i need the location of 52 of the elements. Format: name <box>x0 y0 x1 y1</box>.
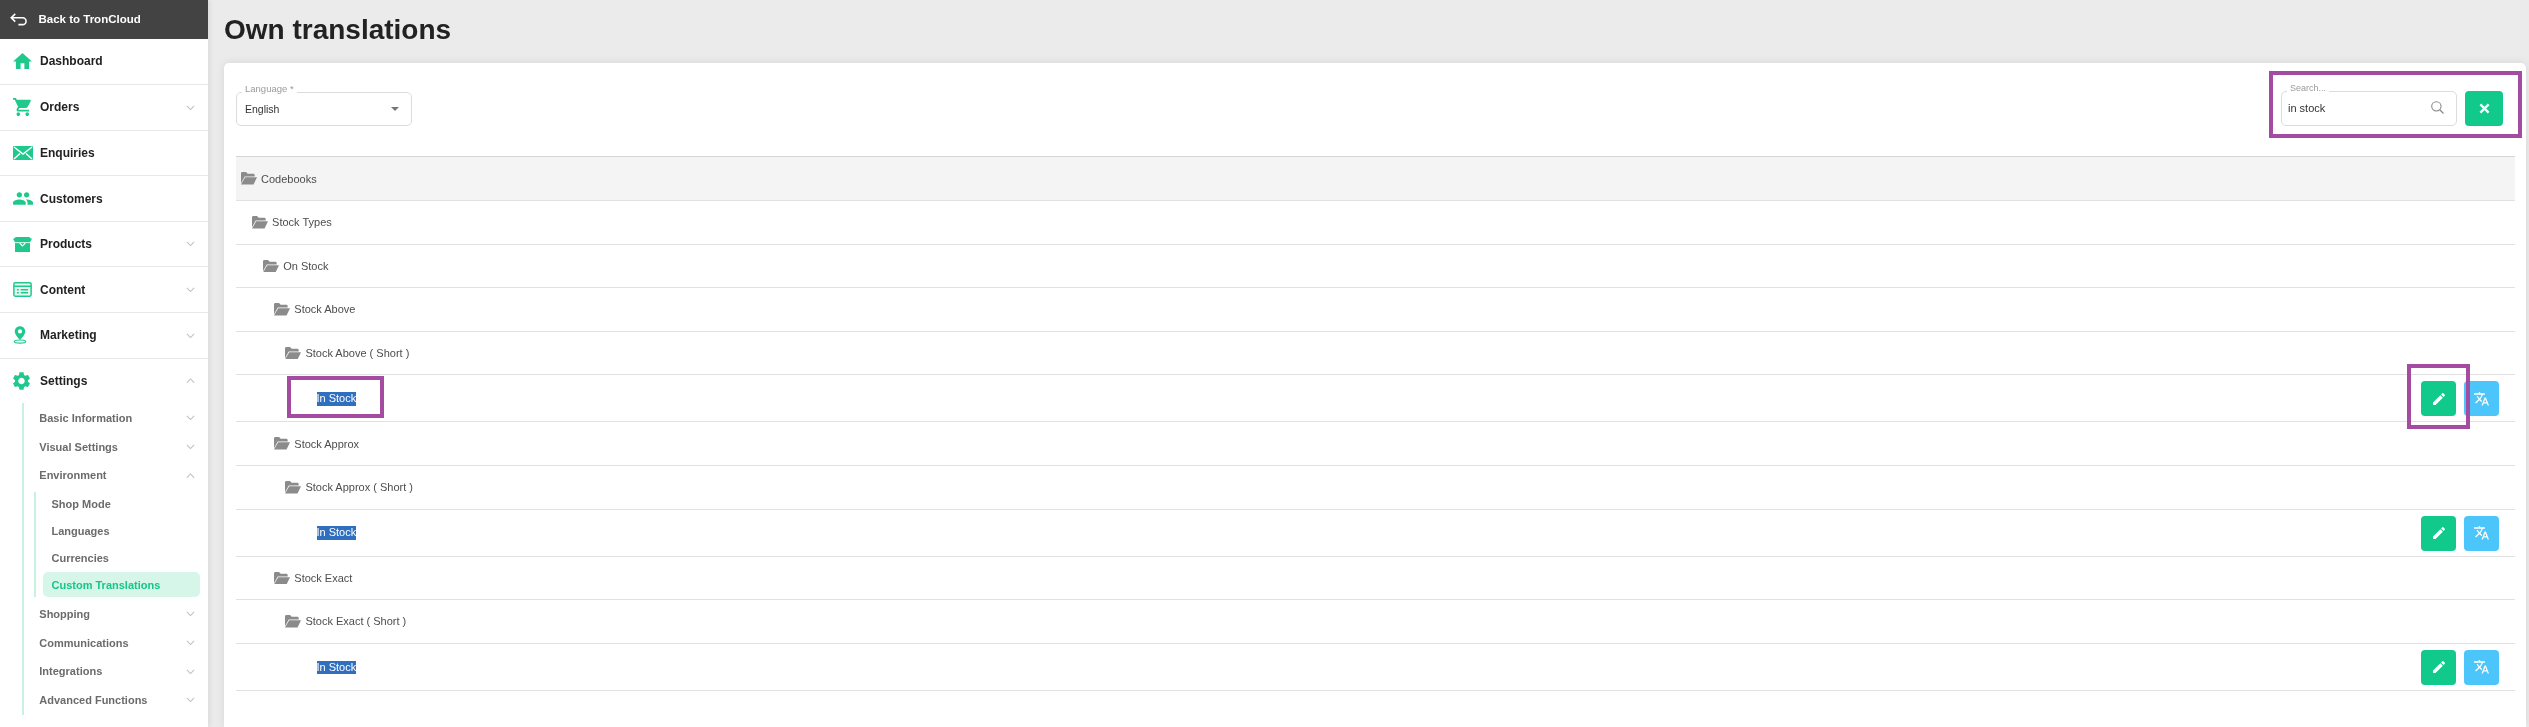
folder-label: Stock Approx ( Short ) <box>305 481 413 494</box>
field-label: Language * <box>242 84 297 94</box>
pencil-icon <box>2432 392 2445 405</box>
sidebar-item[interactable]: Communications <box>24 628 208 657</box>
folder-label: On Stock <box>283 259 329 272</box>
list-icon <box>13 282 32 298</box>
map-pin-icon <box>13 326 27 345</box>
cart-icon <box>13 98 31 117</box>
translation-text: In Stock <box>316 660 357 674</box>
people-icon <box>13 192 33 206</box>
edit-button[interactable] <box>2421 515 2456 551</box>
sidebar-item[interactable]: Currencies <box>43 545 200 571</box>
sidebar-item[interactable]: Shop Mode <box>43 491 200 517</box>
translation-text: In Stock <box>316 392 357 406</box>
page-title: Own translations <box>224 14 452 46</box>
folder-label: Stock Types <box>272 216 332 229</box>
sidebar-item[interactable]: Languages <box>43 518 200 544</box>
folder-label: Stock Exact <box>294 571 353 584</box>
sidebar-item[interactable]: Integrations <box>24 656 208 686</box>
sidebar-item[interactable]: Visual Settings <box>24 432 208 461</box>
edit-button[interactable] <box>2421 649 2456 685</box>
back-link[interactable]: Back to TronCloud <box>0 0 208 39</box>
settings-icon <box>13 371 30 390</box>
sidebar-item[interactable]: Products <box>0 220 208 267</box>
envelope-icon <box>13 146 33 160</box>
close-icon <box>2478 103 2490 114</box>
translation-text: In Stock <box>316 526 357 540</box>
home-icon <box>13 53 32 70</box>
caret-down-icon <box>391 107 399 111</box>
sidebar-item[interactable]: Environment <box>24 460 208 490</box>
pencil-icon <box>2432 661 2445 674</box>
folder-label: Stock Exact ( Short ) <box>305 615 407 628</box>
sidebar-item[interactable]: Dashboard <box>0 38 208 85</box>
back-arrow-icon <box>10 12 27 26</box>
search-icon <box>2431 101 2444 114</box>
sidebar-item[interactable]: Content <box>0 266 208 313</box>
folder-label: Stock Approx <box>294 437 360 450</box>
sidebar-item[interactable]: Advanced Functions <box>24 685 208 715</box>
folder-label: Stock Above <box>294 303 356 316</box>
folder-label: Codebooks <box>261 172 317 185</box>
sidebar-item[interactable]: Enquiries <box>0 129 208 176</box>
translate-icon <box>2474 392 2489 406</box>
field-label: Search... <box>2287 83 2330 93</box>
edit-button[interactable] <box>2421 381 2456 417</box>
translate-icon <box>2474 526 2489 540</box>
folder-label: Stock Above ( Short ) <box>305 347 410 360</box>
box-icon <box>13 236 32 252</box>
clear-search-button[interactable] <box>2465 91 2503 126</box>
sidebar-item[interactable]: Shopping <box>24 599 208 629</box>
sidebar-item[interactable]: Basic Information <box>24 403 208 433</box>
translate-icon <box>2474 660 2489 675</box>
pencil-icon <box>2432 527 2445 540</box>
